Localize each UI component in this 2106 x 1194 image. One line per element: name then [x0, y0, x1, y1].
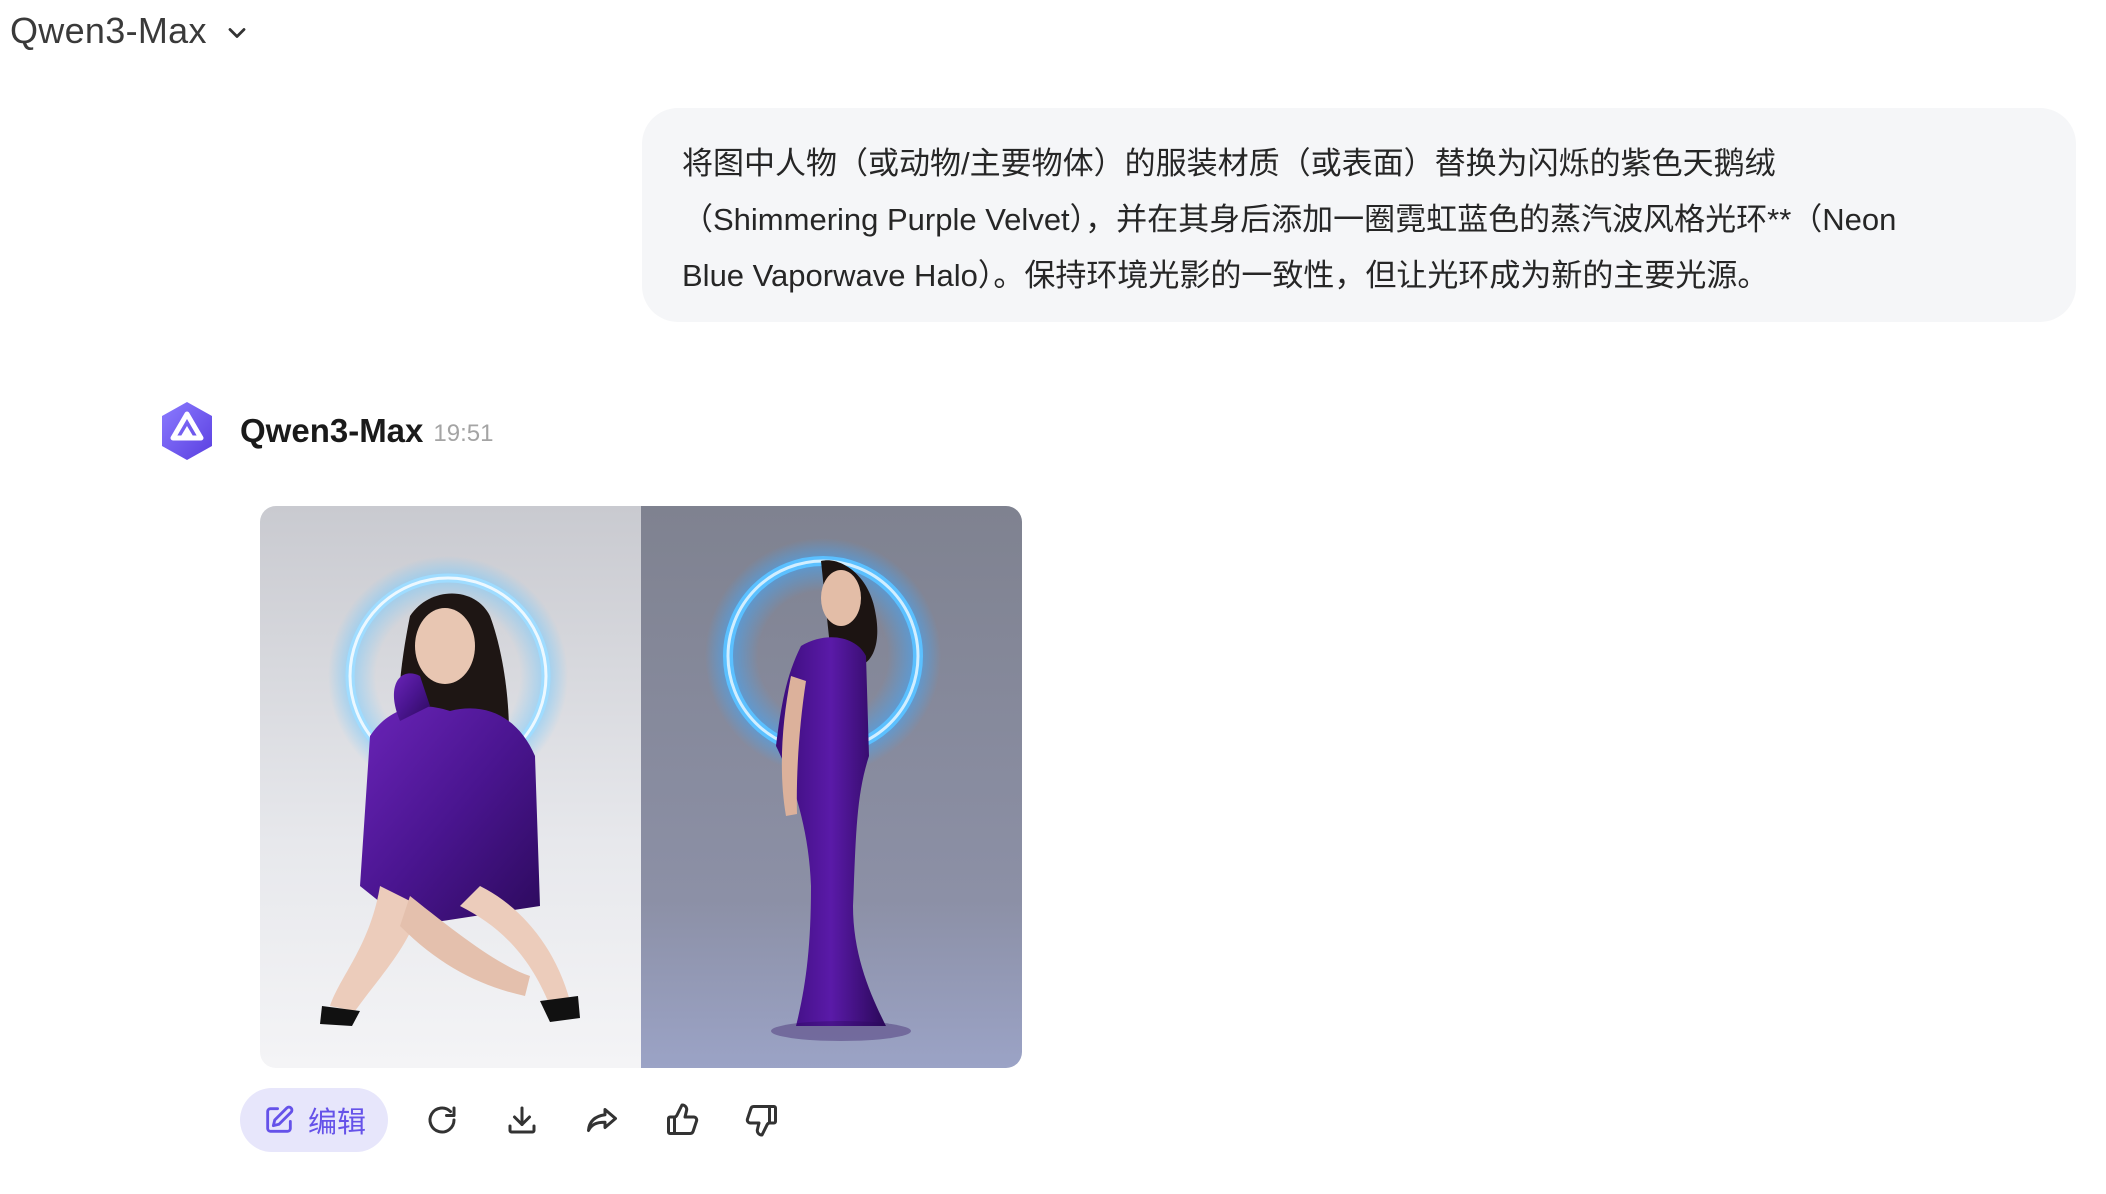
download-icon [508, 1106, 536, 1134]
edit-icon [266, 1105, 294, 1133]
assistant-name: Qwen3-Max [240, 412, 424, 449]
download-button[interactable] [500, 1098, 544, 1142]
regenerate-button[interactable] [420, 1098, 464, 1142]
edit-button-label: 编辑 [308, 1107, 367, 1139]
generated-image-standing[interactable] [641, 506, 1022, 1068]
generated-image-seated[interactable] [260, 506, 641, 1068]
qwen-logo-icon [162, 402, 212, 460]
user-message-text: 将图中人物（或动物/主要物体）的服装材质（或表面）替换为闪烁的紫色天鹅绒 （Sh… [682, 146, 1897, 293]
share-icon [587, 1108, 618, 1132]
edit-button[interactable]: 编辑 [240, 1088, 389, 1152]
chat-page: Qwen3-Max 将图中人物（或动物/主要物体）的服装材质（或表面）替换为闪烁… [0, 0, 2106, 1194]
share-button[interactable] [580, 1098, 624, 1142]
message-action-bar: 编辑 [240, 1088, 784, 1152]
thumbs-down-icon [745, 1105, 778, 1137]
model-selector[interactable]: Qwen3-Max [10, 10, 251, 52]
chevron-down-icon [228, 28, 246, 38]
generated-image-card[interactable] [260, 506, 1022, 1068]
thumbs-down-button[interactable] [740, 1098, 784, 1142]
regenerate-icon [428, 1106, 456, 1134]
thumbs-up-button[interactable] [660, 1098, 704, 1142]
message-timestamp: 19:51 [433, 420, 494, 447]
assistant-header: Qwen3-Max 19:51 [154, 398, 493, 464]
user-message-bubble: 将图中人物（或动物/主要物体）的服装材质（或表面）替换为闪烁的紫色天鹅绒 （Sh… [642, 108, 2076, 322]
thumbs-up-icon [667, 1103, 699, 1135]
model-selector-label: Qwen3-Max [10, 10, 207, 51]
